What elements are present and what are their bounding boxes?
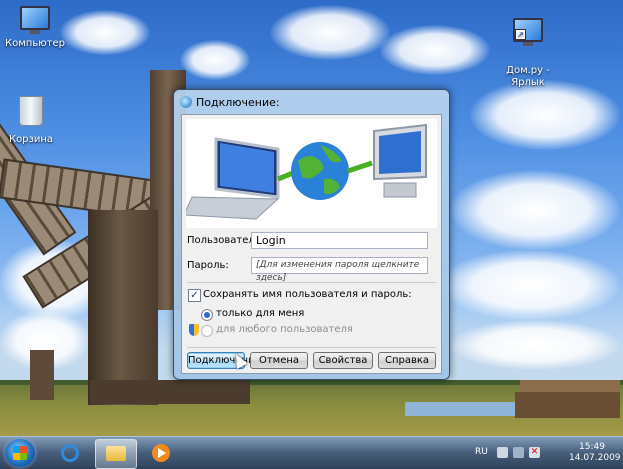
network-icon[interactable] xyxy=(513,447,524,458)
password-field[interactable]: [Для изменения пароля щелкните здесь] xyxy=(251,257,428,283)
uac-shield-icon xyxy=(189,324,199,336)
dialog-client-area: Пользователь: Login Пароль: [Для изменен… xyxy=(181,114,442,374)
connect-dialog: Подключение: Пользователь: Login Пароль:… xyxy=(173,89,450,380)
only-me-radio[interactable] xyxy=(201,309,213,321)
help-button[interactable]: Справка xyxy=(378,352,436,369)
wooden-church xyxy=(30,350,54,400)
taskbar: RU ✕ 15:49 14.07.2009 xyxy=(0,436,623,469)
wooden-hut xyxy=(515,392,620,418)
media-player-icon xyxy=(152,444,170,462)
taskbar-media-player-button[interactable] xyxy=(141,439,181,467)
volume-muted-icon[interactable]: ✕ xyxy=(529,447,540,458)
network-connection-icon xyxy=(180,96,192,108)
cloud xyxy=(450,320,620,370)
explorer-folder-icon xyxy=(106,446,126,461)
only-me-label: только для меня xyxy=(216,308,305,319)
start-button[interactable] xyxy=(5,439,35,467)
computer-icon xyxy=(20,6,50,34)
lake xyxy=(405,402,525,416)
action-center-icon[interactable] xyxy=(497,447,508,458)
cloud xyxy=(60,10,150,55)
cloud xyxy=(270,5,390,60)
dialog-title: Подключение: xyxy=(196,96,280,109)
language-indicator[interactable]: RU xyxy=(475,447,488,457)
taskbar-ie-button[interactable] xyxy=(50,439,90,467)
password-label: Пароль: xyxy=(187,260,229,271)
cloud xyxy=(450,170,620,250)
desktop-icon-label: Компьютер xyxy=(5,38,65,49)
taskbar-explorer-button[interactable] xyxy=(95,439,137,469)
connection-banner xyxy=(183,119,437,228)
cancel-button[interactable]: Отмена xyxy=(250,352,308,369)
desktop-icon-recycle-bin[interactable]: Корзина xyxy=(0,96,66,145)
shortcut-arrow-icon: ↗ xyxy=(515,29,526,40)
divider xyxy=(187,347,436,348)
windmill-body xyxy=(88,210,158,405)
any-user-radio[interactable] xyxy=(201,325,213,337)
save-credentials-checkbox[interactable]: ✓ xyxy=(188,289,201,302)
clock-time: 15:49 xyxy=(579,442,605,452)
clock-date: 14.07.2009 xyxy=(569,453,621,463)
internet-explorer-icon xyxy=(61,444,79,462)
desktop-icon-label: Дом.ру - Ярлык xyxy=(506,65,550,88)
network-shortcut-icon: ↗ xyxy=(513,18,543,46)
desktop-icon-computer[interactable]: Компьютер xyxy=(0,6,70,49)
connection-illustration xyxy=(183,123,427,220)
windows-logo-icon xyxy=(13,446,27,460)
properties-button[interactable]: Свойства xyxy=(313,352,373,369)
dialog-titlebar[interactable]: Подключение: xyxy=(180,95,443,111)
cloud xyxy=(180,40,250,80)
desktop-icon-label: Корзина xyxy=(8,134,54,145)
cloud xyxy=(380,25,490,75)
username-field[interactable]: Login xyxy=(251,232,428,249)
any-user-label: для любого пользователя xyxy=(216,324,353,335)
save-credentials-label: Сохранять имя пользователя и пароль: xyxy=(203,289,412,300)
desktop-icon-shortcut[interactable]: ↗ Дом.ру - Ярлык xyxy=(493,6,563,101)
divider xyxy=(187,282,436,283)
recycle-bin-icon xyxy=(19,96,43,126)
windmill-base xyxy=(90,380,250,404)
cloud xyxy=(440,250,620,320)
clock[interactable]: 15:49 14.07.2009 xyxy=(569,442,621,464)
